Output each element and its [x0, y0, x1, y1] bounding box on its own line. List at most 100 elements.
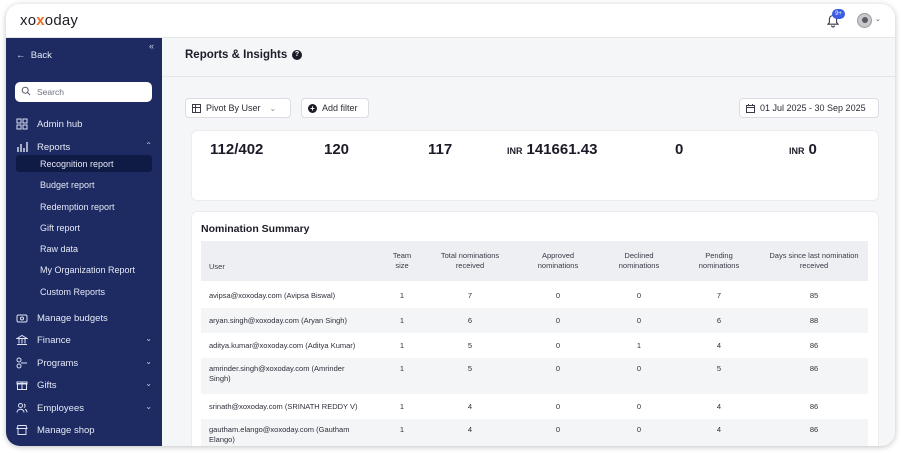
column-header-user: User	[209, 262, 225, 271]
calendar-icon	[746, 103, 755, 113]
sidebar-item-employees[interactable]: Employees ⌄	[16, 399, 156, 417]
cell-approved: 0	[555, 316, 561, 325]
header-line: Declined	[624, 251, 654, 260]
collapse-sidebar-icon[interactable]: «	[149, 41, 154, 51]
cell-team-size: 1	[399, 316, 405, 325]
cell-declined: 0	[636, 402, 642, 411]
sidebar-item-custom-reports[interactable]: Custom Reports	[40, 287, 105, 297]
cell-approved: 0	[555, 364, 561, 373]
cell-user: gautham.elango@xoxoday.com (Gautham Elang…	[209, 425, 379, 445]
stat-value: 0	[675, 141, 684, 158]
plus-circle-icon: +	[308, 103, 317, 113]
cell-total-nominations: 4	[467, 402, 473, 411]
sidebar-item-finance[interactable]: Finance ⌄	[16, 331, 156, 349]
cell-approved: 0	[555, 291, 561, 300]
header-line: Team	[392, 251, 412, 260]
sidebar-item-my-organization-report[interactable]: My Organization Report	[40, 265, 135, 275]
cell-days-since: 85	[809, 291, 819, 300]
header-line: received	[455, 261, 485, 270]
user-line: srinath@xoxoday.com (SRINATH REDDY V)	[209, 402, 358, 411]
cell-declined: 0	[636, 425, 642, 434]
stat-value: 120	[324, 141, 350, 158]
sidebar-item-label: Gifts	[37, 379, 57, 391]
user-line: Elango)	[209, 435, 235, 444]
divider	[162, 76, 895, 77]
sidebar-item-recognition-report[interactable]: Recognition report	[40, 159, 114, 169]
cell-approved: 0	[555, 402, 561, 411]
table-row[interactable]: aditya.kumar@xoxoday.com (Aditya Kumar) 1…	[201, 333, 868, 358]
cell-declined: 0	[636, 316, 642, 325]
sidebar-item-redemption-report[interactable]: Redemption report	[40, 202, 115, 212]
stat-currency-value: INR 0	[789, 141, 817, 158]
cell-pending: 6	[716, 316, 722, 325]
sidebar-search-input[interactable]: Search	[15, 82, 152, 102]
sidebar-item-label: Reports	[37, 141, 71, 153]
sidebar-item-gift-report[interactable]: Gift report	[40, 223, 80, 233]
sidebar-item-admin-hub[interactable]: Admin hub	[16, 115, 156, 133]
cell-user: aryan.singh@xoxoday.com (Aryan Singh)	[209, 316, 379, 326]
user-line: avipsa@xoxoday.com (Avipsa Biswal)	[209, 291, 336, 300]
sidebar-item-label: Admin hub	[37, 118, 83, 130]
date-range-label: 01 Jul 2025 - 30 Sep 2025	[760, 103, 866, 113]
sidebar-item-label: Manage budgets	[37, 312, 108, 324]
header-line: nominations	[537, 261, 579, 270]
header-line: Days since last nomination	[769, 251, 859, 260]
sidebar-item-raw-data[interactable]: Raw data	[40, 244, 78, 254]
xoxoday-logo[interactable]: xoxoday	[20, 12, 78, 29]
cell-pending: 7	[716, 291, 722, 300]
stat-value: 112/402	[210, 141, 264, 158]
date-range-picker[interactable]: 01 Jul 2025 - 30 Sep 2025	[739, 98, 879, 118]
sidebar-item-manage-shop[interactable]: Manage shop	[16, 421, 156, 439]
cell-total-nominations: 6	[467, 316, 473, 325]
user-avatar[interactable]	[857, 13, 872, 28]
table-row[interactable]: srinath@xoxoday.com (SRINATH REDDY V) 1 4 0…	[201, 394, 868, 419]
cell-user: srinath@xoxoday.com (SRINATH REDDY V)	[209, 402, 379, 412]
cell-days-since: 86	[809, 341, 819, 350]
cell-team-size: 1	[399, 402, 405, 411]
cell-pending: 4	[716, 425, 722, 434]
back-button[interactable]: ← Back	[16, 50, 52, 61]
cell-days-since: 86	[809, 402, 819, 411]
cell-user: aditya.kumar@xoxoday.com (Aditya Kumar)	[209, 341, 379, 351]
page-title: Reports & Insights	[185, 49, 288, 61]
add-filter-label: Add filter	[322, 103, 358, 113]
table-row[interactable]: amrinder.singh@xoxoday.com (Amrinder Sing…	[201, 358, 868, 394]
chevron-down-icon: ⌄	[269, 103, 277, 113]
pivot-label: Pivot By User	[206, 103, 261, 113]
chevron-down-icon[interactable]: ⌄	[875, 15, 881, 23]
header-line: received	[799, 261, 829, 270]
column-header-declined: Declined nominations	[602, 251, 676, 271]
stat-value: 0	[808, 141, 817, 158]
sidebar-item-gifts[interactable]: Gifts ⌄	[16, 376, 156, 394]
sidebar-item-label: Manage shop	[37, 424, 95, 436]
stat-value: 117	[428, 141, 453, 158]
add-filter-button[interactable]: + Add filter	[301, 98, 369, 118]
help-icon[interactable]: ?	[292, 50, 302, 60]
grid-icon	[16, 118, 28, 130]
column-header-approved: Approved nominations	[521, 251, 595, 271]
header-line: nominations	[698, 261, 740, 270]
cell-team-size: 1	[399, 291, 405, 300]
table-row[interactable]: gautham.elango@xoxoday.com (Gautham Elang…	[201, 419, 868, 446]
cell-approved: 0	[555, 341, 561, 350]
cell-pending: 4	[716, 402, 722, 411]
cell-declined: 1	[636, 341, 642, 350]
shop-icon	[16, 425, 28, 435]
cell-declined: 0	[636, 291, 642, 300]
table-row[interactable]: aryan.singh@xoxoday.com (Aryan Singh) 1 6 0…	[201, 308, 868, 333]
header-line: Pending	[705, 251, 733, 260]
sidebar-item-manage-budgets[interactable]: Manage budgets	[16, 309, 156, 327]
cell-pending: 5	[716, 364, 722, 373]
sidebar-item-label: Finance	[37, 334, 71, 346]
sidebar-item-label: Employees	[37, 402, 84, 414]
cell-team-size: 1	[399, 364, 405, 373]
sidebar-item-reports[interactable]: Reports ⌃	[16, 138, 156, 156]
search-icon	[21, 86, 31, 96]
nomination-summary-title: Nomination Summary	[201, 223, 310, 235]
table-row[interactable]: avipsa@xoxoday.com (Avipsa Biswal) 1 7 0 0 7 8…	[201, 283, 868, 308]
sidebar-item-budget-report[interactable]: Budget report	[40, 180, 95, 190]
pivot-by-user-dropdown[interactable]: Pivot By User ⌄	[185, 98, 291, 118]
user-line: gautham.elango@xoxoday.com (Gautham	[209, 425, 350, 434]
column-header-days-since: Days since last nomination received	[760, 251, 868, 271]
sidebar-item-programs[interactable]: Programs ⌄	[16, 354, 156, 372]
